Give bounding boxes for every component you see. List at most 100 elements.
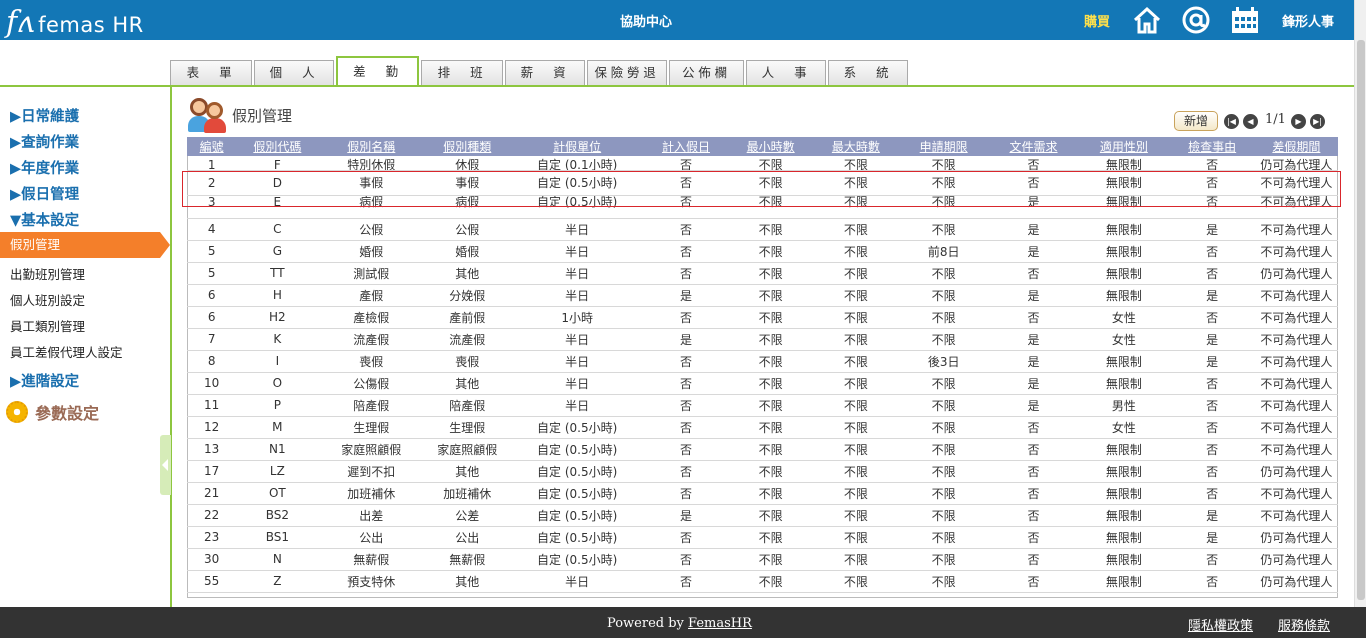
column-header[interactable]: 最小時數 [728, 137, 814, 156]
femas-logo[interactable]: fʌ femas HR [6, 4, 144, 38]
tab-forms[interactable]: 表 單 [170, 60, 252, 86]
column-header[interactable]: 假別種類 [424, 137, 511, 156]
table-row[interactable]: 11 P 陪產假 陪產假 半日否不限 不限 不限是男性否不可為代理人 [187, 394, 1338, 417]
femashr-link[interactable]: FemasHR [688, 616, 752, 631]
terms-of-service-link[interactable]: 服務條款 [1278, 615, 1330, 634]
tab-scheduling[interactable]: 排 班 [421, 60, 503, 86]
company-name[interactable]: 鋒形人事 [1282, 11, 1334, 30]
table-cell: N [236, 548, 319, 571]
sidebar-item-employee-types[interactable]: 員工類別管理 [10, 316, 85, 335]
table-cell: 加班補休 [318, 482, 425, 505]
logo-text: femas HR [38, 13, 144, 37]
column-header[interactable]: 適用性別 [1078, 137, 1170, 156]
table-row[interactable]: 5 TT 測試假 其他 半日否不限 不限 不限否無限制否仍可為代理人 [187, 262, 1338, 285]
menu-daily-maintenance[interactable]: ▶日常維護 [10, 105, 79, 126]
home-icon[interactable] [1132, 6, 1162, 34]
table-cell: 不限 [898, 416, 989, 439]
table-row[interactable]: 4 C 公假 公假 半日否不限 不限 不限是無限制是不可為代理人 [187, 218, 1338, 241]
menu-advanced[interactable]: ▶進階設定 [10, 370, 79, 391]
table-row[interactable]: 1 F 特別休假 休假 自定 (0.1小時) 否不限 不限 不限否無限制否仍可為代理人 [187, 156, 1338, 171]
table-cell: 不限 [813, 526, 899, 549]
tab-payroll[interactable]: 薪 資 [505, 60, 585, 86]
table-row[interactable]: 30 N 無薪假 無薪假 自定 (0.5小時) 否不限 不限 不限否無限制否仍可為代理人 [187, 548, 1338, 571]
table-cell: 不限 [898, 306, 989, 329]
column-header[interactable]: 編號 [187, 137, 237, 156]
table-row[interactable]: 21 OT 加班補休 加班補休 自定 (0.5小時) 否不限 不限 不限否無限制否不可為代理人 [187, 482, 1338, 505]
table-cell: 自定 (0.5小時) [510, 548, 644, 571]
table-cell: 不限 [898, 218, 989, 241]
column-header[interactable]: 文件需求 [988, 137, 1079, 156]
privacy-policy-link[interactable]: 隱私權政策 [1188, 615, 1253, 634]
table-cell: 不限 [813, 306, 899, 329]
sidebar-item-deputy[interactable]: 員工差假代理人設定 [10, 342, 123, 361]
prev-page-icon[interactable]: ◀ [1243, 114, 1258, 129]
table-cell: 加班補休 [424, 482, 511, 505]
table-cell: 13 [187, 438, 237, 461]
table-row[interactable]: 8 I 喪假 喪假 半日否不限 不限 後3日是無限制是不可為代理人 [187, 350, 1338, 373]
table-cell: 無限制 [1078, 438, 1170, 461]
menu-query[interactable]: ▶查詢作業 [10, 131, 79, 152]
column-header[interactable]: 差假期間 [1254, 137, 1338, 156]
sidebar-item-personal-shift[interactable]: 個人班別設定 [10, 290, 85, 309]
tab-personal[interactable]: 個 人 [254, 60, 334, 86]
menu-basic-settings[interactable]: ▼基本設定 [10, 209, 79, 230]
sidebar-collapse-handle[interactable] [160, 435, 171, 495]
first-page-icon[interactable]: |◀ [1224, 114, 1239, 129]
footer: Powered by FemasHR 隱私權政策 服務條款 [0, 607, 1366, 638]
table-row[interactable]: 7 K 流產假 流產假 半日是不限 不限 不限是女性是不可為代理人 [187, 328, 1338, 351]
add-button[interactable]: 新增 [1174, 111, 1218, 131]
tab-insurance[interactable]: 保險勞退 [587, 60, 667, 86]
calendar-icon[interactable] [1230, 6, 1260, 34]
table-row[interactable]: 23 BS1 公出 公出 自定 (0.5小時) 否不限 不限 不限否無限制是仍可為代理人 [187, 526, 1338, 549]
table-cell: TT [236, 262, 319, 285]
table-cell: 無限制 [1078, 482, 1170, 505]
column-header[interactable]: 最大時數 [813, 137, 899, 156]
table-row[interactable]: 22 BS2 出差 公差 自定 (0.5小時) 是不限 不限 不限否無限制是不可為代理人 [187, 504, 1338, 527]
table-cell: 是 [1169, 350, 1255, 373]
menu-holiday[interactable]: ▶假日管理 [10, 183, 79, 204]
tab-system[interactable]: 系 統 [828, 60, 908, 86]
sidebar-item-leave-types[interactable]: 假別管理 [0, 232, 160, 258]
table-row[interactable]: 10 O 公傷假 其他 半日否不限 不限 不限是無限制否不可為代理人 [187, 372, 1338, 395]
sidebar-item-shifts[interactable]: 出勤班別管理 [10, 264, 85, 283]
tab-bulletin[interactable]: 公佈欄 [669, 60, 744, 86]
menu-parameters[interactable]: 參數設定 [6, 400, 99, 424]
table-row[interactable]: 13 N1 家庭照顧假 家庭照顧假 自定 (0.5小時) 否不限 不限 不限否無限制否不可為代… [187, 438, 1338, 461]
column-header[interactable]: 假別代碼 [236, 137, 319, 156]
table-row[interactable]: 17 LZ 遲到不扣 其他 自定 (0.5小時) 否不限 不限 不限否無限制否仍可為代理人 [187, 460, 1338, 483]
table-cell: 家庭照顧假 [424, 438, 511, 461]
column-header[interactable]: 假別名稱 [318, 137, 425, 156]
help-center-link[interactable]: 協助中心 [620, 11, 672, 30]
column-header[interactable]: 檢查事由 [1169, 137, 1255, 156]
column-header[interactable]: 計假單位 [510, 137, 644, 156]
module-tabs: 表 單 個 人 差 勤 排 班 薪 資 保險勞退 公佈欄 人 事 系 統 [170, 56, 910, 86]
table-row[interactable]: 5 G 婚假 婚假 半日否不限 不限 前8日是無限制否不可為代理人 [187, 240, 1338, 263]
tab-hr[interactable]: 人 事 [746, 60, 826, 86]
table-row[interactable]: 55 Z 預支特休 其他 半日否不限 不限 不限否無限制否仍可為代理人 [187, 570, 1338, 593]
table-row[interactable]: 6 H 產假 分娩假 半日是不限 不限 不限是無限制是不可為代理人 [187, 284, 1338, 307]
tab-attendance[interactable]: 差 勤 [336, 56, 419, 86]
gear-icon [6, 401, 28, 423]
table-cell: 否 [1169, 394, 1255, 417]
last-page-icon[interactable]: ▶| [1310, 114, 1325, 129]
table-cell: 喪假 [424, 350, 511, 373]
column-header[interactable]: 申請期限 [898, 137, 989, 156]
table-cell: 是 [1169, 504, 1255, 527]
email-at-icon[interactable] [1181, 6, 1211, 34]
menu-annual[interactable]: ▶年度作業 [10, 157, 79, 178]
scrollbar-thumb[interactable] [1357, 40, 1365, 600]
page-scrollbar[interactable] [1354, 0, 1366, 607]
table-cell: 不可為代理人 [1254, 240, 1338, 263]
table-cell: 是 [988, 372, 1079, 395]
table-cell: 半日 [510, 328, 644, 351]
table-cell: 否 [1169, 372, 1255, 395]
next-page-icon[interactable]: ▶ [1291, 114, 1306, 129]
buy-link[interactable]: 購買 [1084, 11, 1110, 30]
column-header[interactable]: 計入假日 [643, 137, 729, 156]
table-row[interactable]: 6 H2 產檢假 產前假 1小時否不限 不限 不限否女性否不可為代理人 [187, 306, 1338, 329]
table-row[interactable]: 12 M 生理假 生理假 自定 (0.5小時) 否不限 不限 不限否女性否不可為代理人 [187, 416, 1338, 439]
table-cell: 仍可為代理人 [1254, 526, 1338, 549]
table-cell: 55 [187, 570, 237, 593]
table-cell: 無限制 [1078, 350, 1170, 373]
table-cell: 特別休假 [318, 156, 425, 171]
